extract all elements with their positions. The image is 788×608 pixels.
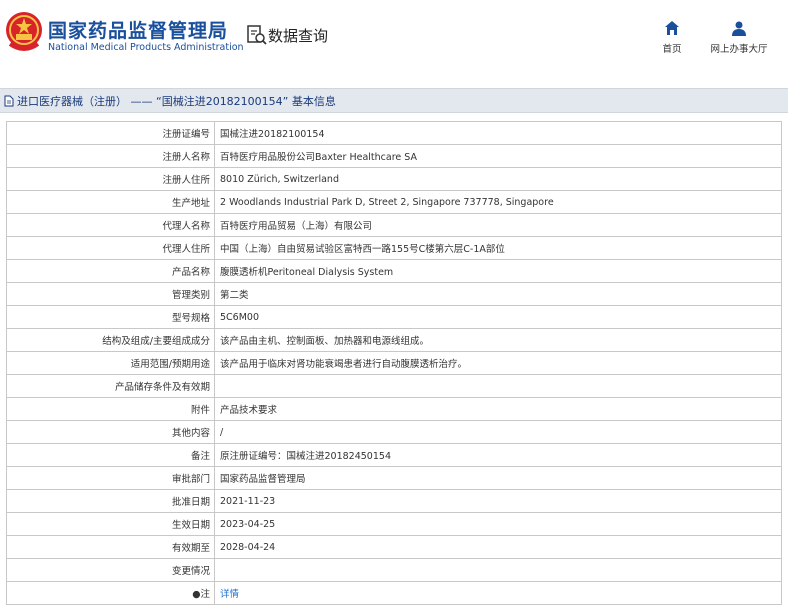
row-label: 批准日期 [6,489,215,513]
row-value: / [214,420,782,444]
row-value [214,374,782,398]
nav-home-label: 首页 [662,44,682,55]
row-value: 百特医疗用品贸易（上海）有限公司 [214,213,782,237]
document-icon [4,95,14,106]
table-row: 适用范围/预期用途 该产品用于临床对肾功能衰竭患者进行自动腹膜透析治疗。 [6,351,782,375]
row-value: 百特医疗用品股份公司Baxter Healthcare SA [214,144,782,168]
table-row: 有效期至 2028-04-24 [6,535,782,559]
row-value: 2021-11-23 [214,489,782,513]
row-value: 腹膜透析机Peritoneal Dialysis System [214,259,782,283]
table-row: 审批部门 国家药品监督管理局 [6,466,782,490]
detail-table: 注册证编号 国械注进20182100154 注册人名称 百特医疗用品股份公司Baxte… [6,121,782,605]
table-row: 生产地址 2 Woodlands Industrial Park D, Stree… [6,190,782,214]
row-label: 备注 [6,443,215,467]
row-value: 第二类 [214,282,782,306]
table-row: 变更情况 [6,558,782,582]
row-label: 注册证编号 [6,121,215,145]
row-label: 产品名称 [6,259,215,283]
row-label: ●注 [6,581,215,605]
site-header: 国家药品监督管理局 National Medical Products Admi… [0,0,788,78]
row-label: 代理人住所 [6,236,215,260]
row-label: 其他内容 [6,420,215,444]
row-value: 8010 Zürich, Switzerland [214,167,782,191]
table-row: ●注 详情 [6,581,782,605]
details-link[interactable]: 详情 [220,589,239,600]
row-value: 该产品用于临床对肾功能衰竭患者进行自动腹膜透析治疗。 [214,351,782,375]
row-value: 2028-04-24 [214,535,782,559]
row-label: 代理人名称 [6,213,215,237]
home-icon [665,21,679,35]
nav-home[interactable]: 首页 [658,20,686,55]
table-row: 型号规格 5C6M00 [6,305,782,329]
table-row: 代理人名称 百特医疗用品贸易（上海）有限公司 [6,213,782,237]
row-label: 注册人住所 [6,167,215,191]
search-document-icon [247,25,267,45]
national-emblem-icon [6,12,42,51]
row-value: 国械注进20182100154 [214,121,782,145]
row-value: 该产品由主机、控制面板、加热器和电源线组成。 [214,328,782,352]
row-label: 注册人名称 [6,144,215,168]
table-row: 产品名称 腹膜透析机Peritoneal Dialysis System [6,259,782,283]
breadcrumb: 进口医疗器械（注册） —— “国械注进20182100154” 基本信息 [0,88,788,113]
nav-online-service-hall[interactable]: 网上办事大厅 [706,20,772,55]
row-label: 变更情况 [6,558,215,582]
row-value: 2023-04-25 [214,512,782,536]
row-label: 结构及组成/主要组成成分 [6,328,215,352]
row-label: 审批部门 [6,466,215,490]
table-row: 管理类别 第二类 [6,282,782,306]
table-row: 注册人住所 8010 Zürich, Switzerland [6,167,782,191]
row-value: 原注册证编号：国械注进20182450154 [214,443,782,467]
table-row: 附件 产品技术要求 [6,397,782,421]
table-row: 备注 原注册证编号：国械注进20182450154 [6,443,782,467]
row-value: 国家药品监督管理局 [214,466,782,490]
site-subtitle: National Medical Products Administration [48,42,244,53]
table-row: 其他内容 / [6,420,782,444]
row-label: 管理类别 [6,282,215,306]
row-label: 生产地址 [6,190,215,214]
data-query-title: 数据查询 [268,27,329,45]
row-label: 生效日期 [6,512,215,536]
nav-online-service-hall-label: 网上办事大厅 [710,44,768,55]
table-row: 产品储存条件及有效期 [6,374,782,398]
row-value: 产品技术要求 [214,397,782,421]
row-value: 详情 [214,581,782,605]
row-label: 适用范围/预期用途 [6,351,215,375]
table-row: 结构及组成/主要组成成分 该产品由主机、控制面板、加热器和电源线组成。 [6,328,782,352]
row-value: 5C6M00 [214,305,782,329]
breadcrumb-text: 进口医疗器械（注册） —— “国械注进20182100154” 基本信息 [17,94,336,108]
table-row: 代理人住所 中国（上海）自由贸易试验区富特西一路155号C楼第六层C-1A部位 [6,236,782,260]
row-value [214,558,782,582]
row-label: 型号规格 [6,305,215,329]
row-value: 2 Woodlands Industrial Park D, Street 2,… [214,190,782,214]
table-row: 注册人名称 百特医疗用品股份公司Baxter Healthcare SA [6,144,782,168]
user-icon [732,21,746,36]
row-label: 产品储存条件及有效期 [6,374,215,398]
row-label: 附件 [6,397,215,421]
site-title[interactable]: 国家药品监督管理局 [48,16,228,43]
table-row: 注册证编号 国械注进20182100154 [6,121,782,145]
table-row: 批准日期 2021-11-23 [6,489,782,513]
row-label: 有效期至 [6,535,215,559]
table-row: 生效日期 2023-04-25 [6,512,782,536]
row-value: 中国（上海）自由贸易试验区富特西一路155号C楼第六层C-1A部位 [214,236,782,260]
